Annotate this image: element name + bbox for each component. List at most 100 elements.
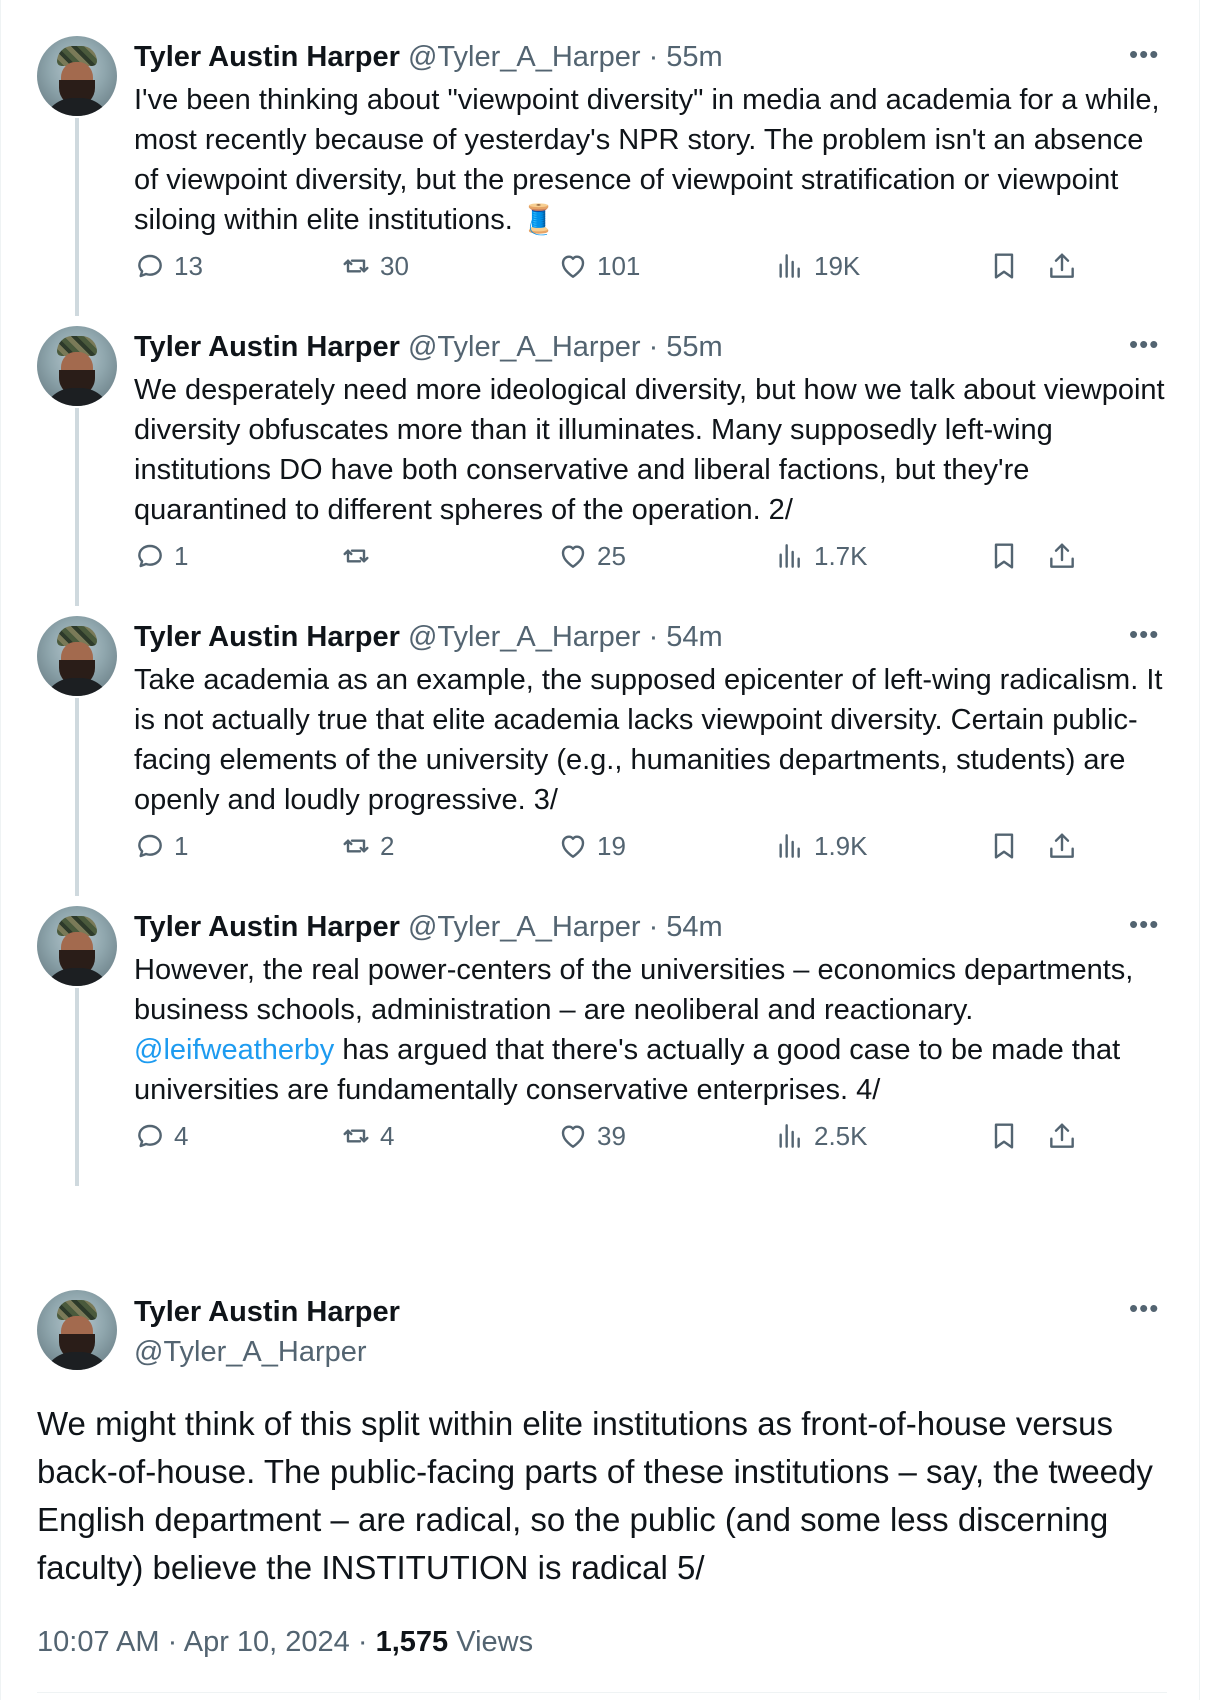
- tweet-header: Tyler Austin Harper @Tyler_A_Harper · 55…: [134, 40, 723, 74]
- author-name[interactable]: Tyler Austin Harper: [134, 331, 400, 363]
- more-options-icon[interactable]: •••: [1129, 1295, 1159, 1321]
- author-handle[interactable]: @Tyler_A_Harper: [408, 621, 641, 653]
- tweet-header: Tyler Austin Harper @Tyler_A_Harper · 54…: [134, 620, 723, 654]
- views-button[interactable]: 2.5K: [774, 1120, 868, 1152]
- like-count: 25: [597, 540, 626, 571]
- repost-button[interactable]: 2: [340, 830, 394, 862]
- bookmark-button[interactable]: [988, 830, 1020, 862]
- like-count: 39: [597, 1120, 626, 1151]
- action-bar: 1 2 19 1.9K: [134, 830, 1174, 866]
- avatar[interactable]: [37, 906, 117, 986]
- bookmark-icon: [994, 543, 1014, 569]
- reply-icon: [138, 1124, 162, 1148]
- separator: ·: [648, 911, 659, 943]
- share-button[interactable]: [1046, 540, 1078, 572]
- share-button[interactable]: [1046, 1120, 1078, 1152]
- share-icon: [1050, 253, 1074, 278]
- like-button[interactable]: 19: [557, 830, 626, 862]
- more-options-icon[interactable]: •••: [1129, 331, 1159, 357]
- post-time[interactable]: 10:07 AM: [37, 1626, 160, 1658]
- analytics-icon: [779, 254, 800, 278]
- author-name[interactable]: Tyler Austin Harper: [134, 911, 400, 943]
- timestamp[interactable]: 54m: [666, 621, 722, 653]
- tweet-text: Take academia as an example, the suppose…: [134, 664, 1163, 816]
- separator: ·: [167, 1626, 178, 1658]
- like-button[interactable]: 101: [557, 250, 640, 282]
- tweet-text: I've been thinking about "viewpoint dive…: [134, 84, 1160, 236]
- repost-count: 4: [380, 1120, 395, 1151]
- thread-connector: [75, 118, 79, 316]
- analytics-icon: [779, 834, 800, 858]
- avatar[interactable]: [37, 616, 117, 696]
- author-handle[interactable]: @Tyler_A_Harper: [408, 331, 641, 363]
- reply-icon: [138, 834, 162, 858]
- tweet-meta: 10:07 AM · Apr 10, 2024 · 1,575 Views: [37, 1626, 533, 1659]
- bookmark-button[interactable]: [988, 250, 1020, 282]
- timestamp[interactable]: 54m: [666, 911, 722, 943]
- views-label: Views: [456, 1626, 534, 1658]
- views-button[interactable]: 19K: [774, 250, 860, 282]
- action-bar: 1 25 1.7K: [134, 540, 1174, 576]
- like-count: 19: [597, 830, 626, 861]
- more-options-icon[interactable]: •••: [1129, 41, 1159, 67]
- repost-button[interactable]: 30: [340, 250, 409, 282]
- share-icon: [1050, 543, 1074, 568]
- author-handle[interactable]: @Tyler_A_Harper: [134, 1336, 367, 1369]
- tweet-header: Tyler Austin Harper @Tyler_A_Harper · 54…: [134, 910, 723, 944]
- tweet-text: We desperately need more ideological div…: [134, 374, 1165, 526]
- analytics-icon: [779, 1124, 800, 1148]
- share-button[interactable]: [1046, 830, 1078, 862]
- bookmark-button[interactable]: [988, 540, 1020, 572]
- thread-connector: [75, 698, 79, 896]
- reply-button[interactable]: 1: [134, 830, 188, 862]
- thread-container: Tyler Austin Harper @Tyler_A_Harper · 55…: [0, 0, 1200, 1700]
- reply-count: 4: [174, 1120, 189, 1151]
- repost-count: 30: [380, 250, 409, 281]
- like-button[interactable]: 25: [557, 540, 626, 572]
- analytics-icon: [779, 544, 800, 568]
- bookmark-icon: [994, 1123, 1014, 1149]
- reply-icon: [138, 254, 162, 278]
- repost-button[interactable]: [340, 540, 380, 572]
- bookmark-button[interactable]: [988, 1120, 1020, 1152]
- author-name[interactable]: Tyler Austin Harper: [134, 621, 400, 653]
- separator: ·: [357, 1626, 368, 1658]
- author-name[interactable]: Tyler Austin Harper: [134, 1296, 400, 1329]
- avatar[interactable]: [37, 36, 117, 116]
- reply-count: 1: [174, 540, 189, 571]
- author-handle[interactable]: @Tyler_A_Harper: [408, 911, 641, 943]
- author-handle[interactable]: @Tyler_A_Harper: [408, 41, 641, 73]
- author-name[interactable]: Tyler Austin Harper: [134, 41, 400, 73]
- tweet-text-part: However, the real power-centers of the u…: [134, 954, 1134, 1026]
- reply-button[interactable]: 4: [134, 1120, 188, 1152]
- share-button[interactable]: [1046, 250, 1078, 282]
- heart-icon: [561, 1125, 585, 1148]
- action-bar: 13 30 101 19K: [134, 250, 1174, 286]
- repost-icon: [343, 839, 369, 853]
- post-date[interactable]: Apr 10, 2024: [184, 1626, 350, 1658]
- separator: ·: [648, 41, 659, 73]
- avatar[interactable]: [37, 326, 117, 406]
- avatar[interactable]: [37, 1290, 117, 1370]
- reply-count: 1: [174, 830, 189, 861]
- repost-icon: [343, 549, 369, 563]
- reply-button[interactable]: 13: [134, 250, 203, 282]
- like-button[interactable]: 39: [557, 1120, 626, 1152]
- like-count: 101: [597, 250, 641, 281]
- bookmark-icon: [994, 253, 1014, 279]
- mention-link[interactable]: @leifweatherby: [134, 1034, 334, 1066]
- views-button[interactable]: 1.9K: [774, 830, 868, 862]
- timestamp[interactable]: 55m: [666, 41, 722, 73]
- more-options-icon[interactable]: •••: [1129, 911, 1159, 937]
- thread-connector: [75, 408, 79, 606]
- more-options-icon[interactable]: •••: [1129, 621, 1159, 647]
- repost-icon: [343, 259, 369, 273]
- reply-button[interactable]: 1: [134, 540, 188, 572]
- timestamp[interactable]: 55m: [666, 331, 722, 363]
- divider: [37, 1692, 1167, 1693]
- views-button[interactable]: 1.7K: [774, 540, 868, 572]
- repost-button[interactable]: 4: [340, 1120, 394, 1152]
- heart-icon: [561, 255, 585, 278]
- reply-count: 13: [174, 250, 203, 281]
- repost-icon: [343, 1129, 369, 1143]
